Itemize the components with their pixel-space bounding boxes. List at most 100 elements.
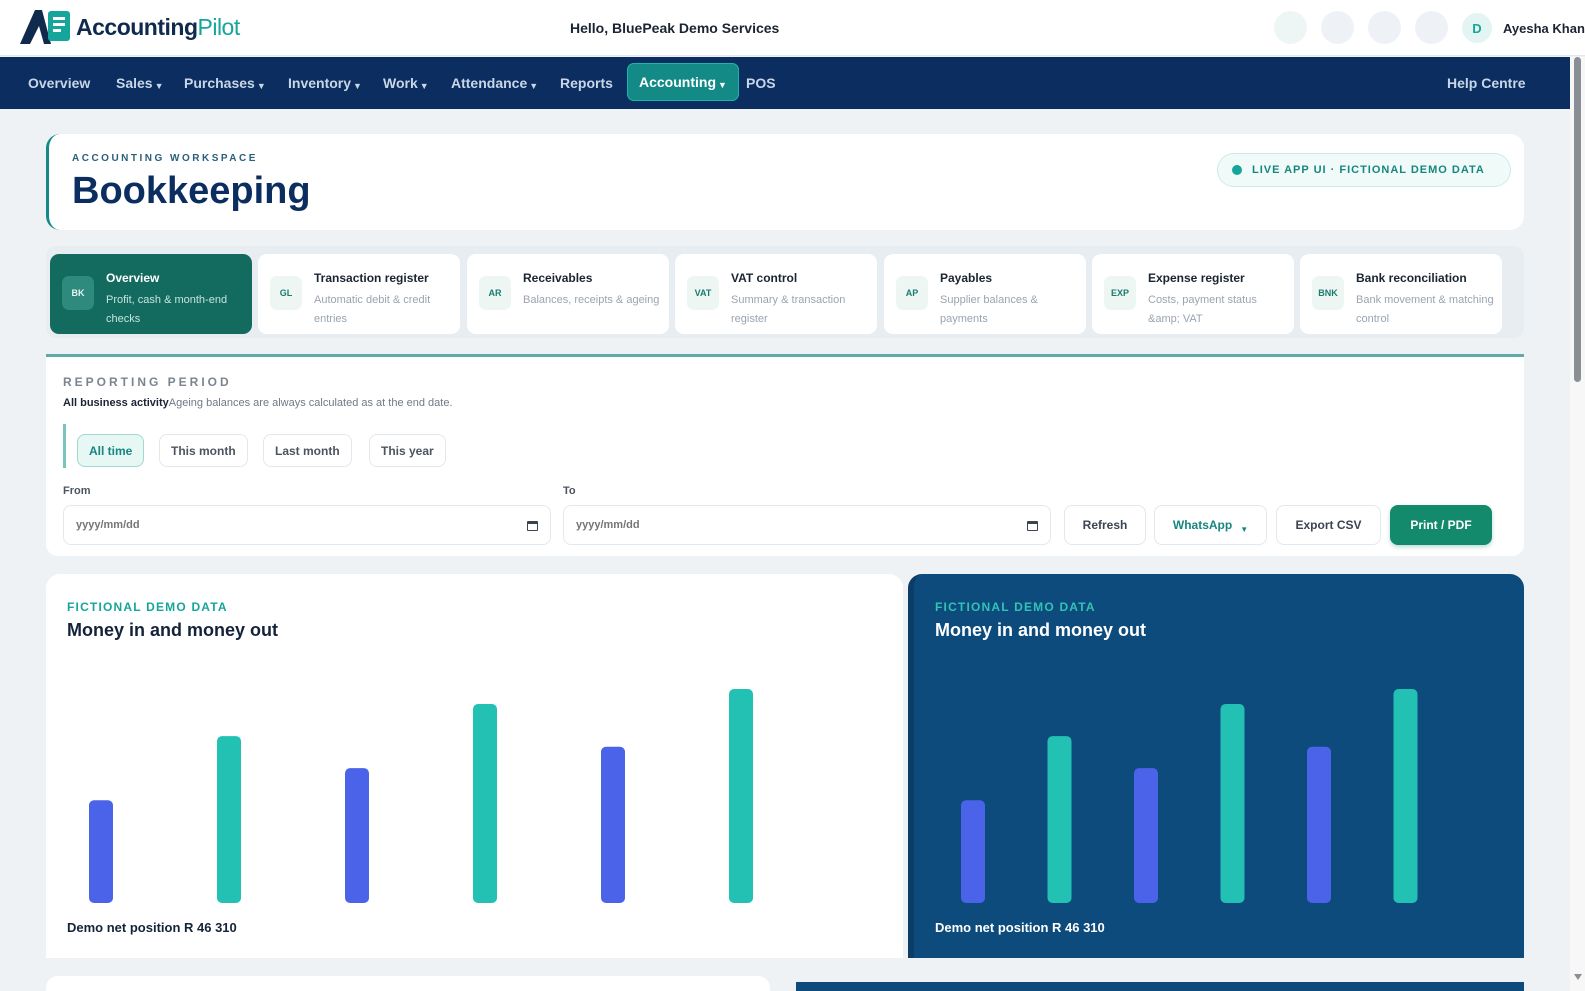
tab-title: Transaction register [314, 271, 429, 285]
export-csv-button[interactable]: Export CSV [1276, 505, 1381, 545]
tab-title: Overview [106, 271, 160, 285]
nav-help-centre[interactable]: Help Centre [1447, 57, 1526, 109]
main-nav: Overview Sales ▼ Purchases ▼ Inventory ▼ Wo… [0, 57, 1570, 109]
period-note: All business activityAgeing balances are… [63, 397, 453, 409]
tab-expense-register[interactable]: EXP Expense register Costs, payment stat… [1092, 254, 1294, 334]
top-bar: AccountingPilot Hello, BluePeak Demo Ser… [0, 0, 1585, 56]
scrollbar-thumb[interactable] [1574, 57, 1581, 382]
chart-bar-3 [345, 768, 369, 903]
period-chip-this-year[interactable]: This year [369, 434, 446, 467]
next-card-light [46, 976, 770, 991]
from-date-input[interactable] [63, 505, 551, 545]
chart-bar-1 [961, 800, 985, 903]
tab-title: Bank reconciliation [1356, 271, 1467, 285]
chevron-down-icon: ▼ [529, 81, 539, 91]
refresh-button[interactable]: Refresh [1064, 505, 1146, 545]
nav-item-overview[interactable]: Overview [28, 57, 90, 109]
chevron-down-icon: ▼ [1240, 524, 1249, 534]
money-chart-card: FICTIONAL DEMO DATA Money in and money o… [46, 574, 903, 958]
calendar-icon[interactable] [527, 521, 538, 531]
tab-title: VAT control [731, 271, 798, 285]
chevron-down-icon: ▼ [419, 81, 429, 91]
chart-bar-4 [1220, 703, 1245, 903]
nav-item-sales[interactable]: Sales ▼ [116, 57, 164, 109]
module-badge: VAT [687, 276, 719, 310]
brand-name: AccountingPilot [76, 13, 240, 40]
chart-bar-1 [89, 800, 113, 903]
reporting-period-panel: REPORTING PERIOD All business activityAg… [46, 354, 1524, 556]
module-badge: AR [479, 276, 511, 310]
module-badge: AP [896, 276, 928, 310]
calendar-icon[interactable] [1027, 521, 1038, 531]
tab-subtitle: Automatic debit & credit entries [314, 294, 431, 325]
scroll-down-arrow-icon[interactable] [1574, 974, 1582, 980]
net-position-text: Demo net position R 46 310 [67, 920, 237, 935]
page-title: Bookkeeping [72, 170, 311, 212]
to-date-input[interactable] [563, 505, 1051, 545]
chevron-down-icon: ▼ [353, 81, 362, 91]
card-title: Money in and money out [67, 620, 279, 640]
greeting-text: Hello, BluePeak Demo Services [570, 20, 780, 36]
nav-item-inventory[interactable]: Inventory ▼ [288, 57, 362, 109]
to-label: To [563, 485, 576, 497]
chip-rail [63, 424, 66, 468]
page-header-card: ACCOUNTING WORKSPACE Bookkeeping LIVE AP… [46, 134, 1524, 230]
notification-icon[interactable] [1274, 11, 1307, 44]
avatar[interactable]: D [1462, 13, 1492, 43]
page-eyebrow: ACCOUNTING WORKSPACE [72, 153, 258, 164]
chart-bar-6 [729, 689, 753, 903]
tab-subtitle: Profit, cash & month-end checks [106, 294, 228, 325]
messages-icon[interactable] [1321, 11, 1354, 44]
period-chip-last-month[interactable]: Last month [263, 434, 352, 467]
tab-vat-control[interactable]: VAT VAT control Summary & transaction re… [675, 254, 877, 334]
card-eyebrow: FICTIONAL DEMO DATA [67, 600, 228, 614]
chart-bar-2 [1047, 736, 1072, 903]
chart-bar-6 [1393, 689, 1418, 903]
nav-item-work[interactable]: Work ▼ [383, 57, 429, 109]
tab-subtitle: Supplier balances & payments [940, 294, 1038, 325]
settings-icon[interactable] [1415, 11, 1448, 44]
nav-item-purchases[interactable]: Purchases ▼ [184, 57, 266, 109]
print-pdf-button[interactable]: Print / PDF [1390, 505, 1492, 545]
whatsapp-button[interactable]: WhatsApp ▼ [1154, 505, 1267, 545]
money-chart-card-dark: FICTIONAL DEMO DATA Money in and money o… [908, 574, 1524, 958]
nav-item-attendance[interactable]: Attendance ▼ [451, 57, 538, 109]
tab-receivables[interactable]: AR Receivables Balances, receipts & agei… [467, 254, 669, 334]
tab-payables[interactable]: AP Payables Supplier balances & payments [884, 254, 1086, 334]
money-bar-chart [89, 689, 753, 903]
page-scrollbar[interactable] [1570, 57, 1585, 991]
tab-subtitle: Summary & transaction register [731, 294, 846, 325]
card-title: Money in and money out [935, 620, 1147, 640]
nav-item-accounting[interactable]: Accounting ▼ [627, 63, 739, 101]
chevron-down-icon: ▼ [718, 80, 727, 90]
period-eyebrow: REPORTING PERIOD [63, 375, 232, 389]
tab-title: Payables [940, 271, 993, 285]
next-card-dark [796, 982, 1524, 991]
tab-title: Expense register [1148, 271, 1245, 285]
chart-bar-5 [601, 746, 625, 903]
tab-overview[interactable]: BK Overview Profit, cash & month-end che… [50, 254, 252, 334]
tab-subtitle: Bank movement & matching control [1356, 294, 1494, 325]
module-badge: GL [270, 276, 302, 310]
period-chip-this-month[interactable]: This month [159, 434, 248, 467]
nav-item-pos[interactable]: POS [746, 57, 776, 109]
module-badge: BK [62, 276, 94, 310]
tab-bank-reconciliation[interactable]: BNK Bank reconciliation Bank movement & … [1300, 254, 1502, 334]
period-chip-all-time[interactable]: All time [77, 434, 145, 467]
live-dot-icon [1232, 165, 1242, 175]
net-position-text: Demo net position R 46 310 [935, 920, 1105, 935]
user-name[interactable]: Ayesha Khan [1503, 21, 1585, 36]
tab-title: Receivables [523, 271, 593, 285]
from-label: From [63, 485, 91, 497]
brand-logo[interactable]: AccountingPilot [18, 8, 240, 46]
nav-item-reports[interactable]: Reports [560, 57, 613, 109]
chevron-down-icon: ▼ [256, 81, 266, 91]
module-badge: EXP [1104, 276, 1136, 310]
card-eyebrow: FICTIONAL DEMO DATA [935, 600, 1096, 614]
status-badge: LIVE APP UI · FICTIONAL DEMO DATA [1217, 153, 1511, 187]
money-bar-chart [961, 689, 1418, 903]
tab-transaction-register[interactable]: GL Transaction register Automatic debit … [258, 254, 460, 334]
calendar-icon[interactable] [1368, 11, 1401, 44]
module-tabs: BK Overview Profit, cash & month-end che… [46, 246, 1524, 338]
top-icon-group [1274, 11, 1448, 44]
